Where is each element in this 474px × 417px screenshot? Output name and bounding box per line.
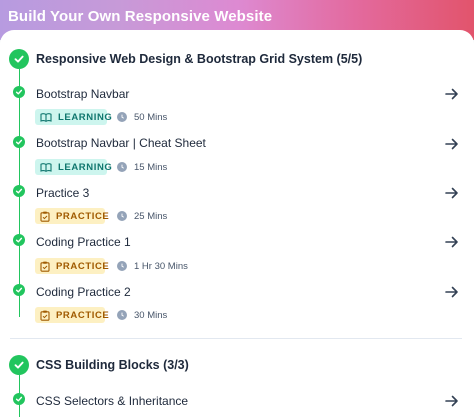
clipboard-icon: [40, 310, 50, 321]
arrow-right-icon[interactable]: [444, 136, 460, 152]
badge-label: PRACTICE: [56, 210, 110, 222]
practice-badge: PRACTICE: [35, 307, 109, 323]
arrow-right-icon[interactable]: [444, 86, 460, 102]
badge-label: LEARNING: [58, 111, 113, 123]
clock-icon: [117, 310, 127, 320]
check-dot-icon: [13, 284, 25, 296]
item-title[interactable]: Bootstrap Navbar: [36, 87, 129, 101]
item-title[interactable]: Bootstrap Navbar | Cheat Sheet: [36, 136, 206, 150]
course-title: Build Your Own Responsive Website: [8, 8, 273, 25]
item-duration: 15 Mins: [134, 162, 168, 173]
clipboard-icon: [40, 261, 50, 272]
book-icon: [40, 162, 52, 172]
item-title[interactable]: Practice 3: [36, 186, 89, 200]
book-icon: [40, 112, 52, 122]
section-complete-check-icon: [9, 49, 29, 69]
section-title[interactable]: Responsive Web Design & Bootstrap Grid S…: [36, 52, 362, 66]
check-dot-icon: [13, 393, 25, 405]
section-complete-check-icon: [9, 355, 29, 375]
section-title[interactable]: CSS Building Blocks (3/3): [36, 358, 189, 372]
item-title[interactable]: Coding Practice 2: [36, 285, 131, 299]
check-dot-icon: [13, 234, 25, 246]
item-duration: 50 Mins: [134, 112, 168, 123]
arrow-right-icon[interactable]: [444, 234, 460, 250]
badge-label: PRACTICE: [56, 260, 110, 272]
practice-badge: PRACTICE: [35, 258, 109, 274]
learning-badge: LEARNING: [35, 159, 112, 175]
clipboard-icon: [40, 211, 50, 222]
clock-icon: [117, 261, 127, 271]
check-dot-icon: [13, 136, 25, 148]
learning-badge: LEARNING: [35, 109, 112, 125]
item-duration: 1 Hr 30 Mins: [134, 261, 188, 272]
arrow-right-icon[interactable]: [444, 185, 460, 201]
item-duration: 30 Mins: [134, 310, 168, 321]
badge-label: LEARNING: [58, 161, 113, 173]
arrow-right-icon[interactable]: [444, 284, 460, 300]
item-title[interactable]: CSS Selectors & Inheritance: [36, 394, 188, 408]
check-dot-icon: [13, 185, 25, 197]
badge-label: PRACTICE: [56, 309, 110, 321]
clock-icon: [117, 112, 127, 122]
item-title[interactable]: Coding Practice 1: [36, 235, 131, 249]
course-content-card: Responsive Web Design & Bootstrap Grid S…: [0, 30, 474, 417]
clock-icon: [117, 211, 127, 221]
arrow-right-icon[interactable]: [444, 393, 460, 409]
clock-icon: [117, 162, 127, 172]
item-duration: 25 Mins: [134, 211, 168, 222]
section-divider: [10, 338, 462, 339]
practice-badge: PRACTICE: [35, 208, 109, 224]
check-dot-icon: [13, 86, 25, 98]
